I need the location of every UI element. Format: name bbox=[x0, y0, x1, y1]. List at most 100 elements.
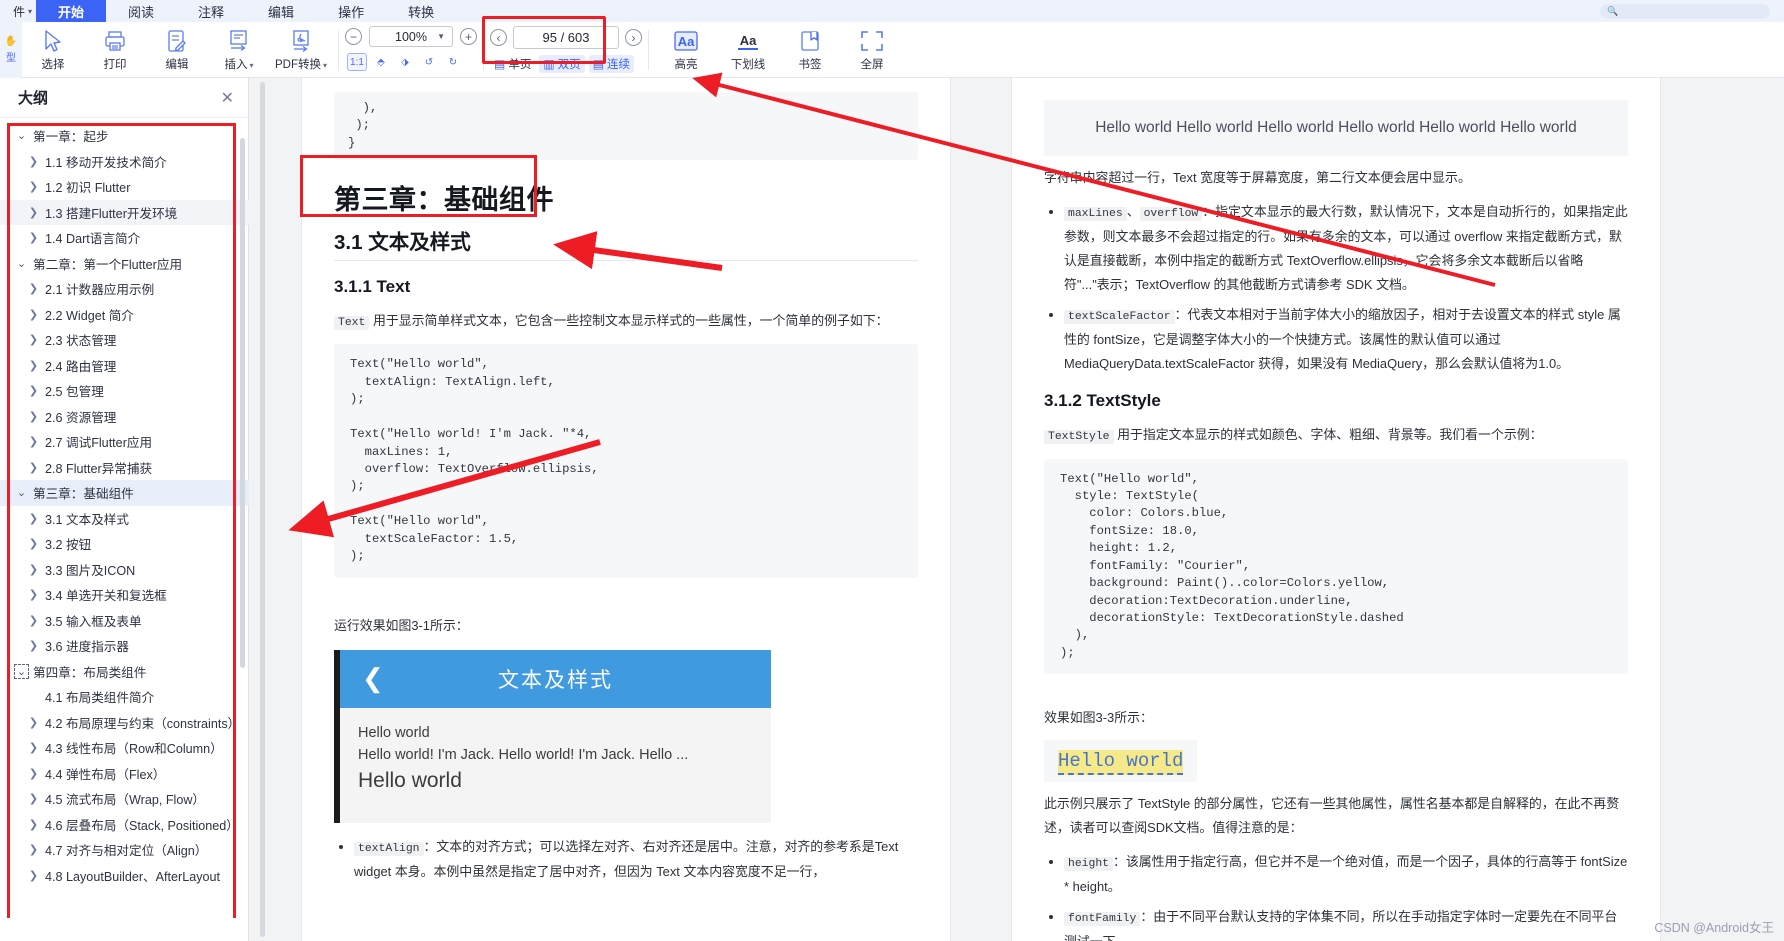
outline-item-2-8[interactable]: ❯2.8 Flutter异常捕获 bbox=[0, 455, 249, 481]
chevron-down-icon[interactable]: ⌄ bbox=[14, 486, 29, 499]
outline-item-chapter-1[interactable]: ⌄第一章：起步 bbox=[0, 123, 249, 149]
document-viewer[interactable]: ), ); } 第三章：基础组件 3.1 文本及样式 3.1.1 Text Te… bbox=[250, 78, 1784, 941]
outline-item-4-7[interactable]: ❯4.7 对齐与相对定位（Align） bbox=[0, 837, 249, 863]
outline-item-2-7[interactable]: ❯2.7 调试Flutter应用 bbox=[0, 429, 249, 455]
underline-button[interactable]: Aa 下划线 bbox=[717, 22, 779, 78]
outline-item-chapter-4[interactable]: ⌄第四章：布局类组件 bbox=[0, 659, 249, 685]
menu-bar-right: 🔍 bbox=[1600, 4, 1784, 19]
chevron-down-icon[interactable]: ⌄ bbox=[14, 664, 29, 679]
file-menu-button[interactable]: 件 ▾ bbox=[0, 0, 36, 22]
sidebar-scrollbar[interactable] bbox=[240, 138, 245, 668]
tab-edit[interactable]: 编辑 bbox=[246, 0, 316, 22]
outline-item-1-3[interactable]: ❯1.3 搭建Flutter开发环境 bbox=[0, 200, 249, 226]
outline-item-4-6[interactable]: ❯4.6 层叠布局（Stack, Positioned） bbox=[0, 812, 249, 838]
chevron-right-icon[interactable]: ❯ bbox=[26, 639, 41, 652]
chevron-right-icon[interactable]: ❯ bbox=[26, 231, 41, 244]
tab-convert[interactable]: 转换 bbox=[386, 0, 456, 22]
chevron-right-icon[interactable]: ❯ bbox=[26, 741, 41, 754]
viewer-scrollbar[interactable] bbox=[260, 82, 265, 937]
fullscreen-button[interactable]: 全屏 bbox=[841, 22, 903, 78]
single-page-mode-button[interactable]: ▤单页 bbox=[490, 55, 535, 73]
continuous-mode-button[interactable]: ▤连续 bbox=[589, 55, 634, 73]
chevron-right-icon[interactable]: ❯ bbox=[26, 410, 41, 423]
chevron-right-icon[interactable]: ❯ bbox=[26, 716, 41, 729]
fit-width-button[interactable]: ⬗ bbox=[395, 53, 415, 71]
outline-item-2-1[interactable]: ❯2.1 计数器应用示例 bbox=[0, 276, 249, 302]
outline-item-1-1[interactable]: ❯1.1 移动开发技术简介 bbox=[0, 149, 249, 175]
chevron-right-icon[interactable]: ❯ bbox=[26, 206, 41, 219]
chevron-right-icon[interactable]: ❯ bbox=[26, 588, 41, 601]
highlight-button[interactable]: Aa 高亮 bbox=[655, 22, 717, 78]
outline-item-3-1[interactable]: ❯3.1 文本及样式 bbox=[0, 506, 249, 532]
double-page-mode-button[interactable]: ▥双页 bbox=[539, 55, 584, 73]
next-page-button[interactable]: › bbox=[625, 29, 642, 46]
zoom-level-select[interactable]: 100% ▼ bbox=[369, 26, 453, 47]
search-input[interactable]: 🔍 bbox=[1600, 4, 1770, 19]
select-button[interactable]: 选择 bbox=[22, 22, 84, 78]
outline-item-1-4[interactable]: ❯1.4 Dart语言简介 bbox=[0, 225, 249, 251]
outline-item-4-3[interactable]: ❯4.3 线性布局（Row和Column） bbox=[0, 735, 249, 761]
rotate-left-button[interactable]: ↺ bbox=[419, 53, 439, 71]
hand-tool-icon[interactable]: ✋ bbox=[5, 36, 17, 47]
outline-item-2-3[interactable]: ❯2.3 状态管理 bbox=[0, 327, 249, 353]
outline-item-chapter-2[interactable]: ⌄第二章：第一个Flutter应用 bbox=[0, 251, 249, 277]
outline-item-3-6[interactable]: ❯3.6 进度指示器 bbox=[0, 633, 249, 659]
actual-size-button[interactable]: 1:1 bbox=[347, 53, 367, 71]
chevron-right-icon[interactable]: ❯ bbox=[26, 818, 41, 831]
edit-button[interactable]: 编辑 bbox=[146, 22, 208, 78]
chevron-right-icon[interactable]: ❯ bbox=[26, 563, 41, 576]
chevron-down-icon[interactable]: ⌄ bbox=[14, 129, 29, 142]
outline-item-4-8[interactable]: ❯4.8 LayoutBuilder、AfterLayout bbox=[0, 863, 249, 889]
page-number-input[interactable]: 95 / 603 bbox=[513, 26, 619, 49]
outline-item-2-2[interactable]: ❯2.2 Widget 简介 bbox=[0, 302, 249, 328]
close-icon[interactable]: ✕ bbox=[221, 88, 234, 108]
zoom-out-button[interactable]: − bbox=[345, 28, 362, 45]
pdf-convert-button[interactable]: PDF转换▾ bbox=[270, 22, 332, 78]
outline-item-1-2[interactable]: ❯1.2 初识 Flutter bbox=[0, 174, 249, 200]
outline-item-3-2[interactable]: ❯3.2 按钮 bbox=[0, 531, 249, 557]
tab-start[interactable]: 开始 bbox=[36, 0, 106, 22]
chevron-right-icon[interactable]: ❯ bbox=[26, 308, 41, 321]
insert-button[interactable]: 插入▾ bbox=[208, 22, 270, 78]
chevron-right-icon[interactable]: ❯ bbox=[26, 843, 41, 856]
outline-item-3-5[interactable]: ❯3.5 输入框及表单 bbox=[0, 608, 249, 634]
fit-page-button[interactable]: ⬘ bbox=[371, 53, 391, 71]
outline-item-2-5[interactable]: ❯2.5 包管理 bbox=[0, 378, 249, 404]
bookmark-button[interactable]: 书签 bbox=[779, 22, 841, 78]
insert-page-icon bbox=[227, 28, 251, 54]
chevron-down-icon[interactable]: ⌄ bbox=[14, 257, 29, 270]
chevron-right-icon[interactable]: ❯ bbox=[26, 435, 41, 448]
rotate-right-button[interactable]: ↻ bbox=[443, 53, 463, 71]
file-menu-label: 件 bbox=[13, 3, 25, 20]
outline-item-4-2[interactable]: ❯4.2 布局原理与约束（constraints） bbox=[0, 710, 249, 736]
previous-page-button[interactable]: ‹ bbox=[490, 29, 507, 46]
tab-annotate[interactable]: 注释 bbox=[176, 0, 246, 22]
zoom-in-button[interactable]: + bbox=[460, 28, 477, 45]
chevron-right-icon[interactable]: ❯ bbox=[26, 792, 41, 805]
outline-item-2-6[interactable]: ❯2.6 资源管理 bbox=[0, 404, 249, 430]
chevron-right-icon[interactable]: ❯ bbox=[26, 537, 41, 550]
chevron-right-icon[interactable]: ❯ bbox=[26, 359, 41, 372]
outline-item-4-4[interactable]: ❯4.4 弹性布局（Flex） bbox=[0, 761, 249, 787]
chevron-right-icon[interactable]: ❯ bbox=[26, 155, 41, 168]
chevron-right-icon[interactable]: ❯ bbox=[26, 869, 41, 882]
print-button[interactable]: 打印 bbox=[84, 22, 146, 78]
outline-item-3-4[interactable]: ❯3.4 单选开关和复选框 bbox=[0, 582, 249, 608]
chevron-right-icon[interactable]: ❯ bbox=[26, 461, 41, 474]
outline-tree[interactable]: ⌄第一章：起步 ❯1.1 移动开发技术简介 ❯1.2 初识 Flutter ❯1… bbox=[0, 119, 249, 941]
chevron-right-icon[interactable]: ❯ bbox=[26, 614, 41, 627]
outline-item-4-1[interactable]: 4.1 布局类组件简介 bbox=[0, 684, 249, 710]
chevron-right-icon[interactable]: ❯ bbox=[26, 384, 41, 397]
outline-item-2-4[interactable]: ❯2.4 路由管理 bbox=[0, 353, 249, 379]
chevron-right-icon[interactable]: ❯ bbox=[26, 282, 41, 295]
tab-operate[interactable]: 操作 bbox=[316, 0, 386, 22]
tab-read[interactable]: 阅读 bbox=[106, 0, 176, 22]
outline-item-4-5[interactable]: ❯4.5 流式布局（Wrap, Flow） bbox=[0, 786, 249, 812]
outline-item-3-3[interactable]: ❯3.3 图片及ICON bbox=[0, 557, 249, 583]
chevron-right-icon[interactable]: ❯ bbox=[26, 512, 41, 525]
chevron-right-icon[interactable]: ❯ bbox=[26, 333, 41, 346]
outline-item-chapter-3[interactable]: ⌄第三章：基础组件 bbox=[0, 480, 249, 506]
svg-text:Aa: Aa bbox=[678, 34, 695, 49]
chevron-right-icon[interactable]: ❯ bbox=[26, 180, 41, 193]
chevron-right-icon[interactable]: ❯ bbox=[26, 767, 41, 780]
